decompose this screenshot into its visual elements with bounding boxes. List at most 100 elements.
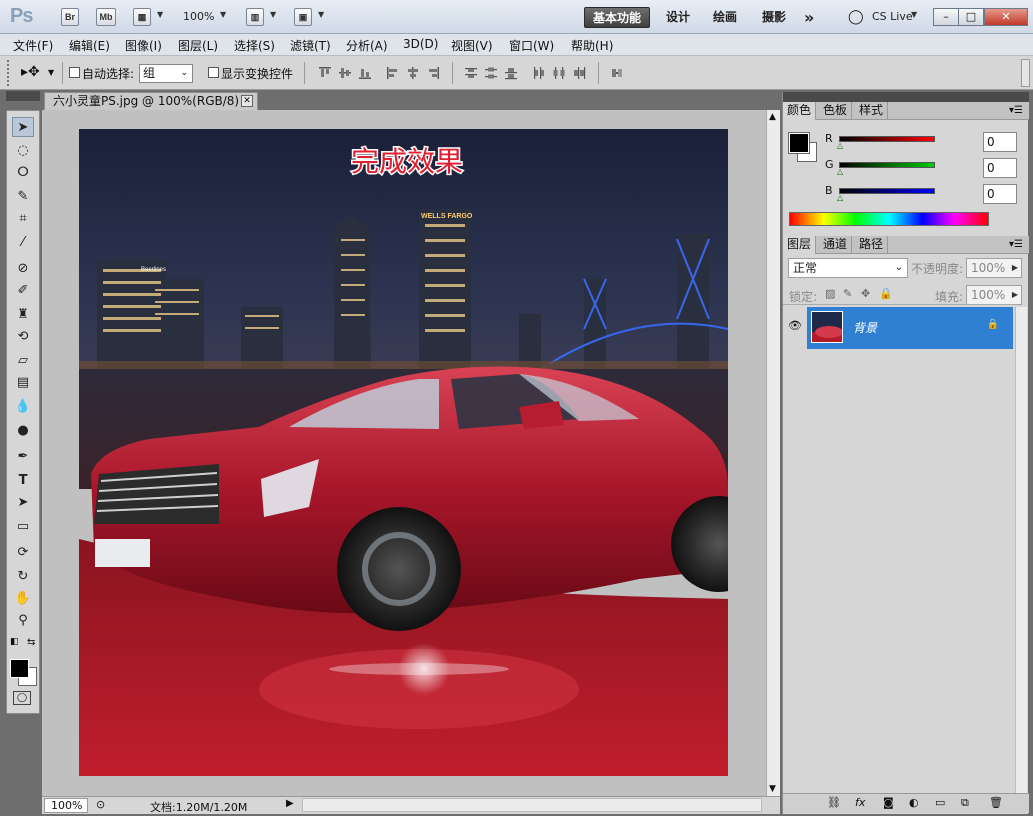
add-mask-icon[interactable]: ◙ <box>883 796 894 809</box>
menu-view[interactable]: 视图(V) <box>451 37 493 54</box>
crop-tool-icon[interactable]: ⌗ <box>12 209 34 229</box>
swap-colors-icon[interactable]: ⇆ <box>27 637 35 648</box>
tab-layers[interactable]: 图层 <box>783 236 817 254</box>
fill-input[interactable]: 100% ▶ <box>966 285 1022 305</box>
document-tab[interactable]: 六小灵童PS.jpg @ 100%(RGB/8) * ✕ <box>44 92 258 110</box>
menu-select[interactable]: 选择(S) <box>234 37 275 54</box>
type-tool-icon[interactable]: T <box>12 471 34 491</box>
history-brush-tool-icon[interactable]: ⟲ <box>12 327 34 347</box>
lock-pixels-icon[interactable]: ✎ <box>843 287 852 300</box>
distribute-left-icon[interactable] <box>532 66 546 80</box>
more-workspaces-icon[interactable]: » <box>796 7 822 28</box>
green-value-input[interactable]: 0 <box>983 158 1017 178</box>
slider-handle-icon[interactable]: △ <box>837 167 843 176</box>
chevron-down-icon[interactable]: ▼ <box>220 10 226 19</box>
align-top-icon[interactable] <box>318 66 332 80</box>
link-layers-icon[interactable]: ⛓ <box>827 796 841 809</box>
auto-select-checkbox[interactable] <box>69 67 80 78</box>
chevron-down-icon[interactable]: ▼ <box>911 10 917 19</box>
tab-swatches[interactable]: 色板 <box>819 102 853 120</box>
tab-color[interactable]: 颜色 <box>783 102 817 120</box>
red-slider-track[interactable] <box>839 136 935 142</box>
shape-tool-icon[interactable]: ▭ <box>12 517 34 537</box>
blend-mode-dropdown[interactable]: 正常 ⌄ <box>788 258 908 278</box>
close-document-icon[interactable]: ✕ <box>241 95 253 107</box>
status-info-icon[interactable]: ⊙ <box>96 798 105 811</box>
workspace-painting[interactable]: 绘画 <box>705 7 745 28</box>
eraser-tool-icon[interactable]: ▱ <box>12 351 34 371</box>
scroll-down-icon[interactable]: ▼ <box>769 784 776 794</box>
healing-brush-tool-icon[interactable]: ⊘ <box>12 259 34 279</box>
eyedropper-tool-icon[interactable]: ⁄ <box>12 233 34 253</box>
visibility-eye-icon[interactable]: 👁 <box>788 319 802 332</box>
minimize-button[interactable]: – <box>933 8 959 26</box>
new-layer-icon[interactable]: ⧉ <box>961 796 969 810</box>
gradient-tool-icon[interactable]: ▤ <box>12 373 34 393</box>
bridge-button[interactable]: Br <box>61 8 79 26</box>
cs-live-button[interactable]: CS Live <box>872 10 913 23</box>
lock-all-icon[interactable]: 🔒 <box>879 287 893 300</box>
lock-position-icon[interactable]: ✥ <box>861 287 870 300</box>
status-menu-icon[interactable]: ▶ <box>286 798 294 809</box>
chevron-right-icon[interactable]: ▶ <box>1012 286 1018 304</box>
adjustment-layer-icon[interactable]: ◐ <box>909 796 919 809</box>
tab-paths[interactable]: 路径 <box>855 236 889 254</box>
panel-dock-header[interactable] <box>783 92 1029 102</box>
menu-edit[interactable]: 编辑(E) <box>69 37 110 54</box>
zoom-level[interactable]: 100% <box>183 10 214 23</box>
arrange-documents-icon[interactable]: ▥ <box>246 8 264 26</box>
zoom-tool-icon[interactable]: ⚲ <box>12 611 34 631</box>
chevron-down-icon[interactable]: ▼ <box>157 10 163 19</box>
layers-scrollbar[interactable] <box>1015 307 1027 793</box>
panel-menu-icon[interactable]: ▾☰ <box>1009 239 1023 250</box>
quick-mask-icon[interactable]: ◯ <box>13 691 31 705</box>
slider-handle-icon[interactable]: △ <box>837 141 843 150</box>
panel-menu-icon[interactable]: ▾☰ <box>1009 105 1023 116</box>
slider-handle-icon[interactable]: △ <box>837 193 843 202</box>
layer-style-icon[interactable]: fx <box>855 796 865 809</box>
cs-live-icon[interactable]: ◯ <box>848 9 864 25</box>
menu-window[interactable]: 窗口(W) <box>509 37 554 54</box>
default-colors-icon[interactable]: ◧ <box>10 637 19 647</box>
blur-tool-icon[interactable]: 💧 <box>12 397 34 417</box>
chevron-down-icon[interactable]: ▼ <box>48 68 54 77</box>
maximize-button[interactable]: □ <box>958 8 984 26</box>
pen-tool-icon[interactable]: ✒ <box>12 447 34 467</box>
mini-bridge-button[interactable]: Mb <box>96 8 116 26</box>
horizontal-scrollbar[interactable] <box>302 798 762 812</box>
align-right-icon[interactable] <box>426 66 440 80</box>
menu-3d[interactable]: 3D(D) <box>403 37 438 51</box>
align-bottom-icon[interactable] <box>358 66 372 80</box>
menu-help[interactable]: 帮助(H) <box>571 37 613 54</box>
3d-orbit-tool-icon[interactable]: ↻ <box>12 567 34 587</box>
view-extras-icon[interactable]: ▦ <box>133 8 151 26</box>
hand-tool-icon[interactable]: ✋ <box>12 589 34 609</box>
workspace-photography[interactable]: 摄影 <box>754 7 794 28</box>
menu-image[interactable]: 图像(I) <box>125 37 162 54</box>
grip-handle[interactable] <box>7 60 10 86</box>
lock-transparency-icon[interactable]: ▨ <box>825 287 835 300</box>
new-group-icon[interactable]: ▭ <box>935 796 945 809</box>
marquee-tool-icon[interactable]: ◌ <box>12 141 34 161</box>
screen-mode-icon[interactable]: ▣ <box>294 8 312 26</box>
auto-select-dropdown[interactable]: 组 ⌄ <box>139 64 193 83</box>
workspace-essentials[interactable]: 基本功能 <box>584 7 651 28</box>
layer-row-background[interactable]: 背景 🔒 <box>807 307 1013 349</box>
distribute-right-icon[interactable] <box>572 66 586 80</box>
close-button[interactable]: ✕ <box>984 8 1028 26</box>
chevron-right-icon[interactable]: ▶ <box>1012 259 1018 277</box>
workspace-design[interactable]: 设计 <box>658 7 698 28</box>
canvas-image[interactable]: Beerlines WELLS FARGO 完成效果 <box>79 129 728 776</box>
green-slider-track[interactable] <box>839 162 935 168</box>
show-transform-checkbox[interactable] <box>208 67 219 78</box>
layer-name[interactable]: 背景 <box>853 319 877 336</box>
distribute-hcenter-icon[interactable] <box>552 66 566 80</box>
tab-channels[interactable]: 通道 <box>819 236 853 254</box>
3d-rotate-tool-icon[interactable]: ⟳ <box>12 543 34 563</box>
red-value-input[interactable]: 0 <box>983 132 1017 152</box>
chevron-down-icon[interactable]: ▼ <box>270 10 276 19</box>
distribute-top-icon[interactable] <box>464 66 478 80</box>
distribute-vcenter-icon[interactable] <box>484 66 498 80</box>
move-tool-icon[interactable]: ➤ <box>12 117 34 137</box>
distribute-bottom-icon[interactable] <box>504 66 518 80</box>
